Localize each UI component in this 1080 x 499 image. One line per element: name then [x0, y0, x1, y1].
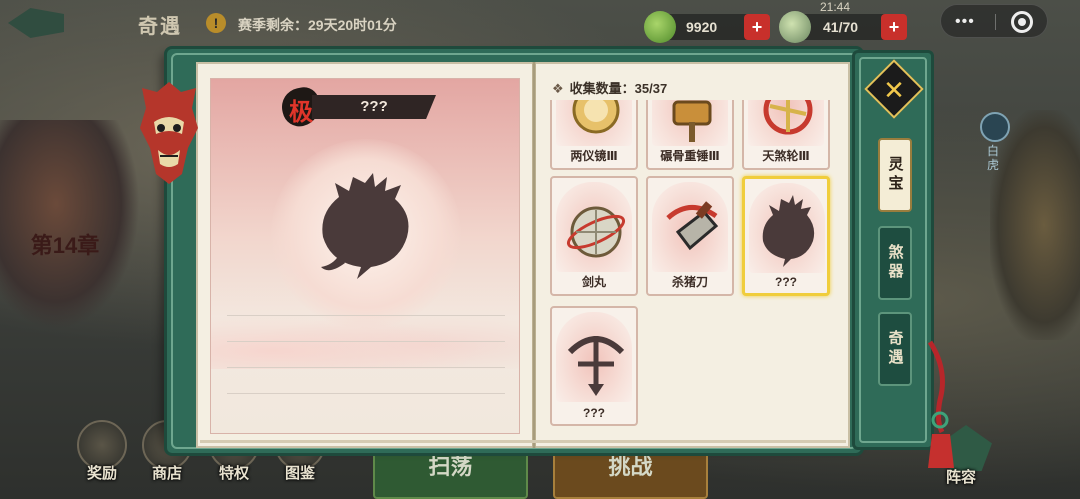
unknown-crossbow-icon [567, 336, 625, 396]
miniprogram-capsule: ••• [940, 4, 1048, 38]
tab-qiyu[interactable]: 奇遇 [878, 312, 912, 386]
season-remaining: 赛季剩余：29天20时01分 [238, 17, 397, 33]
book-spine [532, 62, 536, 448]
collection-card[interactable]: 天煞轮Ⅲ [742, 100, 830, 170]
desc-line [227, 341, 505, 342]
unknown-silhouette-icon [762, 195, 815, 267]
capsule-divider [995, 14, 996, 30]
tab-lingbao[interactable]: 灵宝 [878, 138, 912, 212]
mirror-icon [572, 100, 620, 134]
left-character-art [0, 120, 140, 330]
sword-orb-icon [566, 206, 626, 258]
collection-grid: 两仪镜Ⅲ 碾骨重锤Ⅲ 天煞轮Ⅲ 剑丸 杀猪刀 ??? ??? [548, 100, 838, 434]
exit-target-icon[interactable] [1011, 11, 1033, 33]
monkey-mask-icon [140, 82, 198, 184]
collection-count: ❖ 收集数量：35/37 [552, 78, 667, 98]
stamina-icon [779, 11, 811, 43]
card-name: 剑丸 [581, 275, 606, 289]
desc-line [227, 315, 505, 316]
card-name: 两仪镜Ⅲ [570, 149, 618, 163]
jade-amount: 9920 [686, 19, 718, 35]
page-title: 奇遇 [138, 16, 182, 38]
nav-reward-label: 奖励 [86, 465, 117, 482]
desc-line [227, 367, 505, 368]
tab-shaqi[interactable]: 煞器 [878, 226, 912, 300]
collection-card[interactable]: 两仪镜Ⅲ [550, 100, 638, 170]
page-edge [200, 440, 846, 443]
item-name: ??? [312, 95, 436, 119]
collection-count-label: 收集数量：35/37 [569, 81, 668, 96]
wheel-icon [763, 100, 813, 135]
add-jade-button[interactable]: + [744, 14, 770, 40]
item-detail-panel [210, 78, 520, 434]
hammer-icon [672, 100, 712, 142]
detail-clouds [211, 309, 519, 369]
close-icon[interactable]: ✕ [873, 70, 915, 110]
card-name: ??? [775, 275, 797, 289]
card-name: 碾骨重锤Ⅲ [660, 149, 720, 163]
add-stamina-button[interactable]: + [881, 14, 907, 40]
clock-time: 21:44 [820, 0, 851, 14]
stamina-amount: 41/70 [823, 19, 859, 35]
tassel-decoration [927, 340, 954, 468]
challenge-button[interactable]: 挑战 [553, 450, 708, 499]
card-name: ??? [583, 406, 605, 420]
sweep-button[interactable]: 扫荡 [373, 450, 528, 499]
white-tiger-label: 白虎 [987, 144, 1000, 172]
collection-card[interactable]: 剑丸 [550, 176, 638, 296]
desc-line [227, 393, 505, 394]
collection-card[interactable]: 碾骨重锤Ⅲ [646, 100, 734, 170]
back-arrow-icon[interactable] [8, 8, 64, 38]
collection-card[interactable]: ??? [550, 306, 638, 426]
nav-shop-label: 商店 [151, 465, 182, 482]
nav-reward[interactable]: 奖励 [72, 420, 132, 483]
unknown-silhouette-icon [321, 173, 409, 279]
right-character-art [990, 110, 1080, 340]
collection-card-selected[interactable]: ??? [742, 176, 830, 296]
card-name: 天煞轮Ⅲ [762, 149, 810, 163]
nav-codex-label: 图鉴 [284, 465, 315, 482]
top-bar: 奇遇 ! 赛季剩余：29天20时01分 9920 + 21:44 41/70 +… [0, 0, 1080, 44]
white-tiger-icon [980, 112, 1010, 142]
card-name: 杀猪刀 [671, 275, 708, 289]
warning-icon[interactable]: ! [206, 13, 226, 33]
jade-counter: 9920 + [644, 11, 770, 43]
collection-card[interactable]: 杀猪刀 [646, 176, 734, 296]
nav-privilege-label: 特权 [218, 465, 249, 482]
stamina-counter: 41/70 + [779, 11, 907, 43]
jade-icon [644, 11, 676, 43]
diamond-icon: ❖ [552, 81, 564, 96]
cleaver-icon [666, 201, 719, 251]
chapter-label: 第14章 [30, 233, 100, 258]
more-icon[interactable]: ••• [955, 13, 975, 31]
